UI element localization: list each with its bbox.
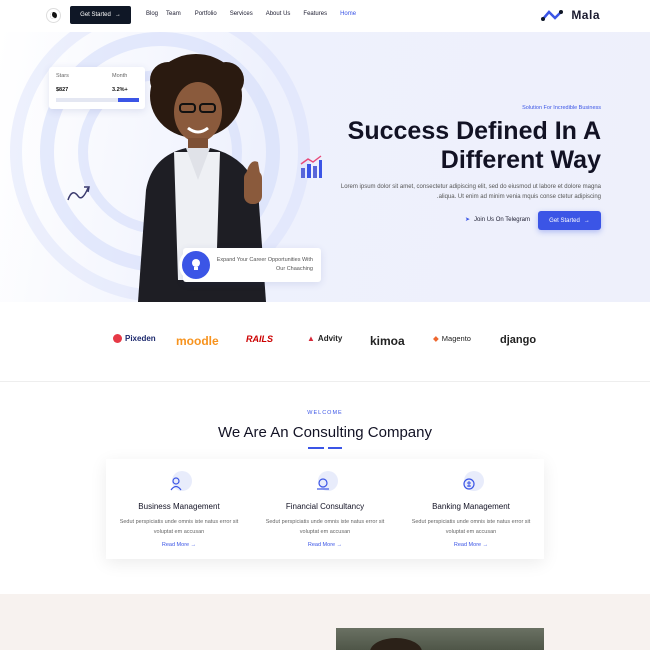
hero-get-started-label: Get Started [549,217,580,224]
hero-subtitle: Solution For Incredible Business [522,105,601,111]
service-card: Banking Management Sedut perspiciatis un… [398,459,544,559]
hero-title-line-1: Success Defined In A [347,117,601,145]
nav-item-team[interactable]: Team [166,11,181,17]
stats-progress-bar [56,98,139,102]
brand-logo-kimoa[interactable]: kimoa [370,334,405,348]
advity-mark-icon: ▲ [307,334,315,343]
nav-item-blog[interactable]: Blog [146,11,158,17]
stats-progress-fill [118,98,139,102]
dark-mode-toggle-icon[interactable] [46,8,61,23]
arrow-right-icon: → [583,217,590,224]
growth-chart-icon [300,155,322,178]
service-card-text: Sedut perspiciatis unde omnis iste natus… [411,519,531,535]
brand-logo-django[interactable]: django [500,334,536,346]
brand-name: Pixeden [125,334,156,343]
brand-name: django [500,334,537,346]
service-card: Financial Consultancy Sedut perspiciatis… [252,459,398,559]
squiggle-arrow-icon [67,186,90,201]
service-card-text: Sedut perspiciatis unde omnis iste natus… [265,519,385,535]
brand-strip: Pixeden moodle RAILS ▲ Advity kimoa ◆ Ma… [0,302,650,382]
nav-item-services[interactable]: Services [230,11,253,17]
read-more-link[interactable]: Read More → [398,542,544,548]
service-card: Business Management Sedut perspiciatis u… [106,459,252,559]
site-header: Get Started → Blog Team Portfolio Servic… [0,0,650,32]
brand-logo-pixeden[interactable]: Pixeden [113,334,156,343]
stats-right-value: 3.2%+ [112,87,128,93]
brand-logo-moodle[interactable]: moodle [176,334,219,348]
nav-item-features[interactable]: Features [303,11,327,17]
coaching-text: Expand Your Career Opportunities With Ou… [216,257,313,272]
magento-mark-icon: ◆ [433,334,439,343]
service-card-title: Banking Management [432,502,510,511]
logo-mark-icon [541,10,564,21]
underline-segment [308,447,324,449]
read-more-label: Read More [161,542,190,548]
header-get-started-button[interactable]: Get Started → [70,6,131,24]
underline-segment [328,447,342,449]
money-hand-icon [314,471,342,499]
stats-left-value: $827 [56,87,69,93]
main-nav: Blog Team Portfolio Services About Us Fe… [146,11,356,17]
read-more-link[interactable]: Read More → [106,542,252,548]
arrow-right-icon: → [336,542,343,548]
brand-logo-magento[interactable]: ◆ Magento [433,334,471,343]
stats-left-label: Stars [56,73,69,79]
brand-name: moodle [176,334,219,348]
stats-right-label: Month [112,73,128,79]
arrow-right-icon: → [190,542,197,548]
user-settings-icon [168,471,196,499]
brand-name: RAILS [246,334,273,344]
arrow-right-icon: → [114,12,121,18]
brand-name: Advity [317,334,343,343]
service-card-title: Business Management [138,502,220,511]
about-section [0,594,650,650]
person-hair-image [370,638,422,650]
pixeden-mark-icon [113,334,122,343]
read-more-label: Read More [307,542,336,548]
brand-logo-advity[interactable]: ▲ Advity [307,334,342,343]
read-more-link[interactable]: Read More → [252,542,398,548]
bank-icon [460,471,488,499]
coaching-card: Expand Your Career Opportunities With Ou… [179,248,321,282]
header-get-started-label: Get Started [80,12,111,18]
nav-item-home[interactable]: Home [340,11,356,17]
telegram-link[interactable]: ➤ Join Us On Telegram [465,216,530,224]
nav-item-portfolio[interactable]: Portfolio [195,11,217,17]
about-photo [336,628,544,650]
telegram-label: Join Us On Telegram [474,216,530,223]
logo-text: Mala [571,8,600,22]
site-logo[interactable]: Mala [541,8,600,22]
arrow-right-icon: → [482,542,489,548]
lightbulb-icon [179,248,213,282]
section-eyebrow: WELCOME [307,410,343,416]
section-title: We Are An Consulting Company [217,424,432,441]
hero-title: Success Defined In A Different Way [331,117,601,175]
nav-item-about[interactable]: About Us [266,11,291,17]
hero-description: Lorem ipsum dolor sit amet, consectetur … [340,184,601,200]
service-card-text: Sedut perspiciatis unde omnis iste natus… [119,519,239,535]
hero-title-line-2: Different Way [440,146,601,174]
hero-get-started-button[interactable]: Get Started → [538,211,601,230]
stats-card: Stars Month $827 3.2%+ [49,67,145,109]
service-card-title: Financial Consultancy [285,502,365,511]
paper-plane-icon: ➤ [465,217,471,223]
title-underline [308,447,342,449]
brand-name: Magento [441,334,471,343]
read-more-label: Read More [453,542,482,548]
brand-name: kimoa [370,334,405,348]
brand-logo-rails[interactable]: RAILS [246,334,273,344]
services-cards: Business Management Sedut perspiciatis u… [106,459,544,559]
hero-section: Stars Month $827 3.2%+ Expand Your Caree… [0,32,650,302]
